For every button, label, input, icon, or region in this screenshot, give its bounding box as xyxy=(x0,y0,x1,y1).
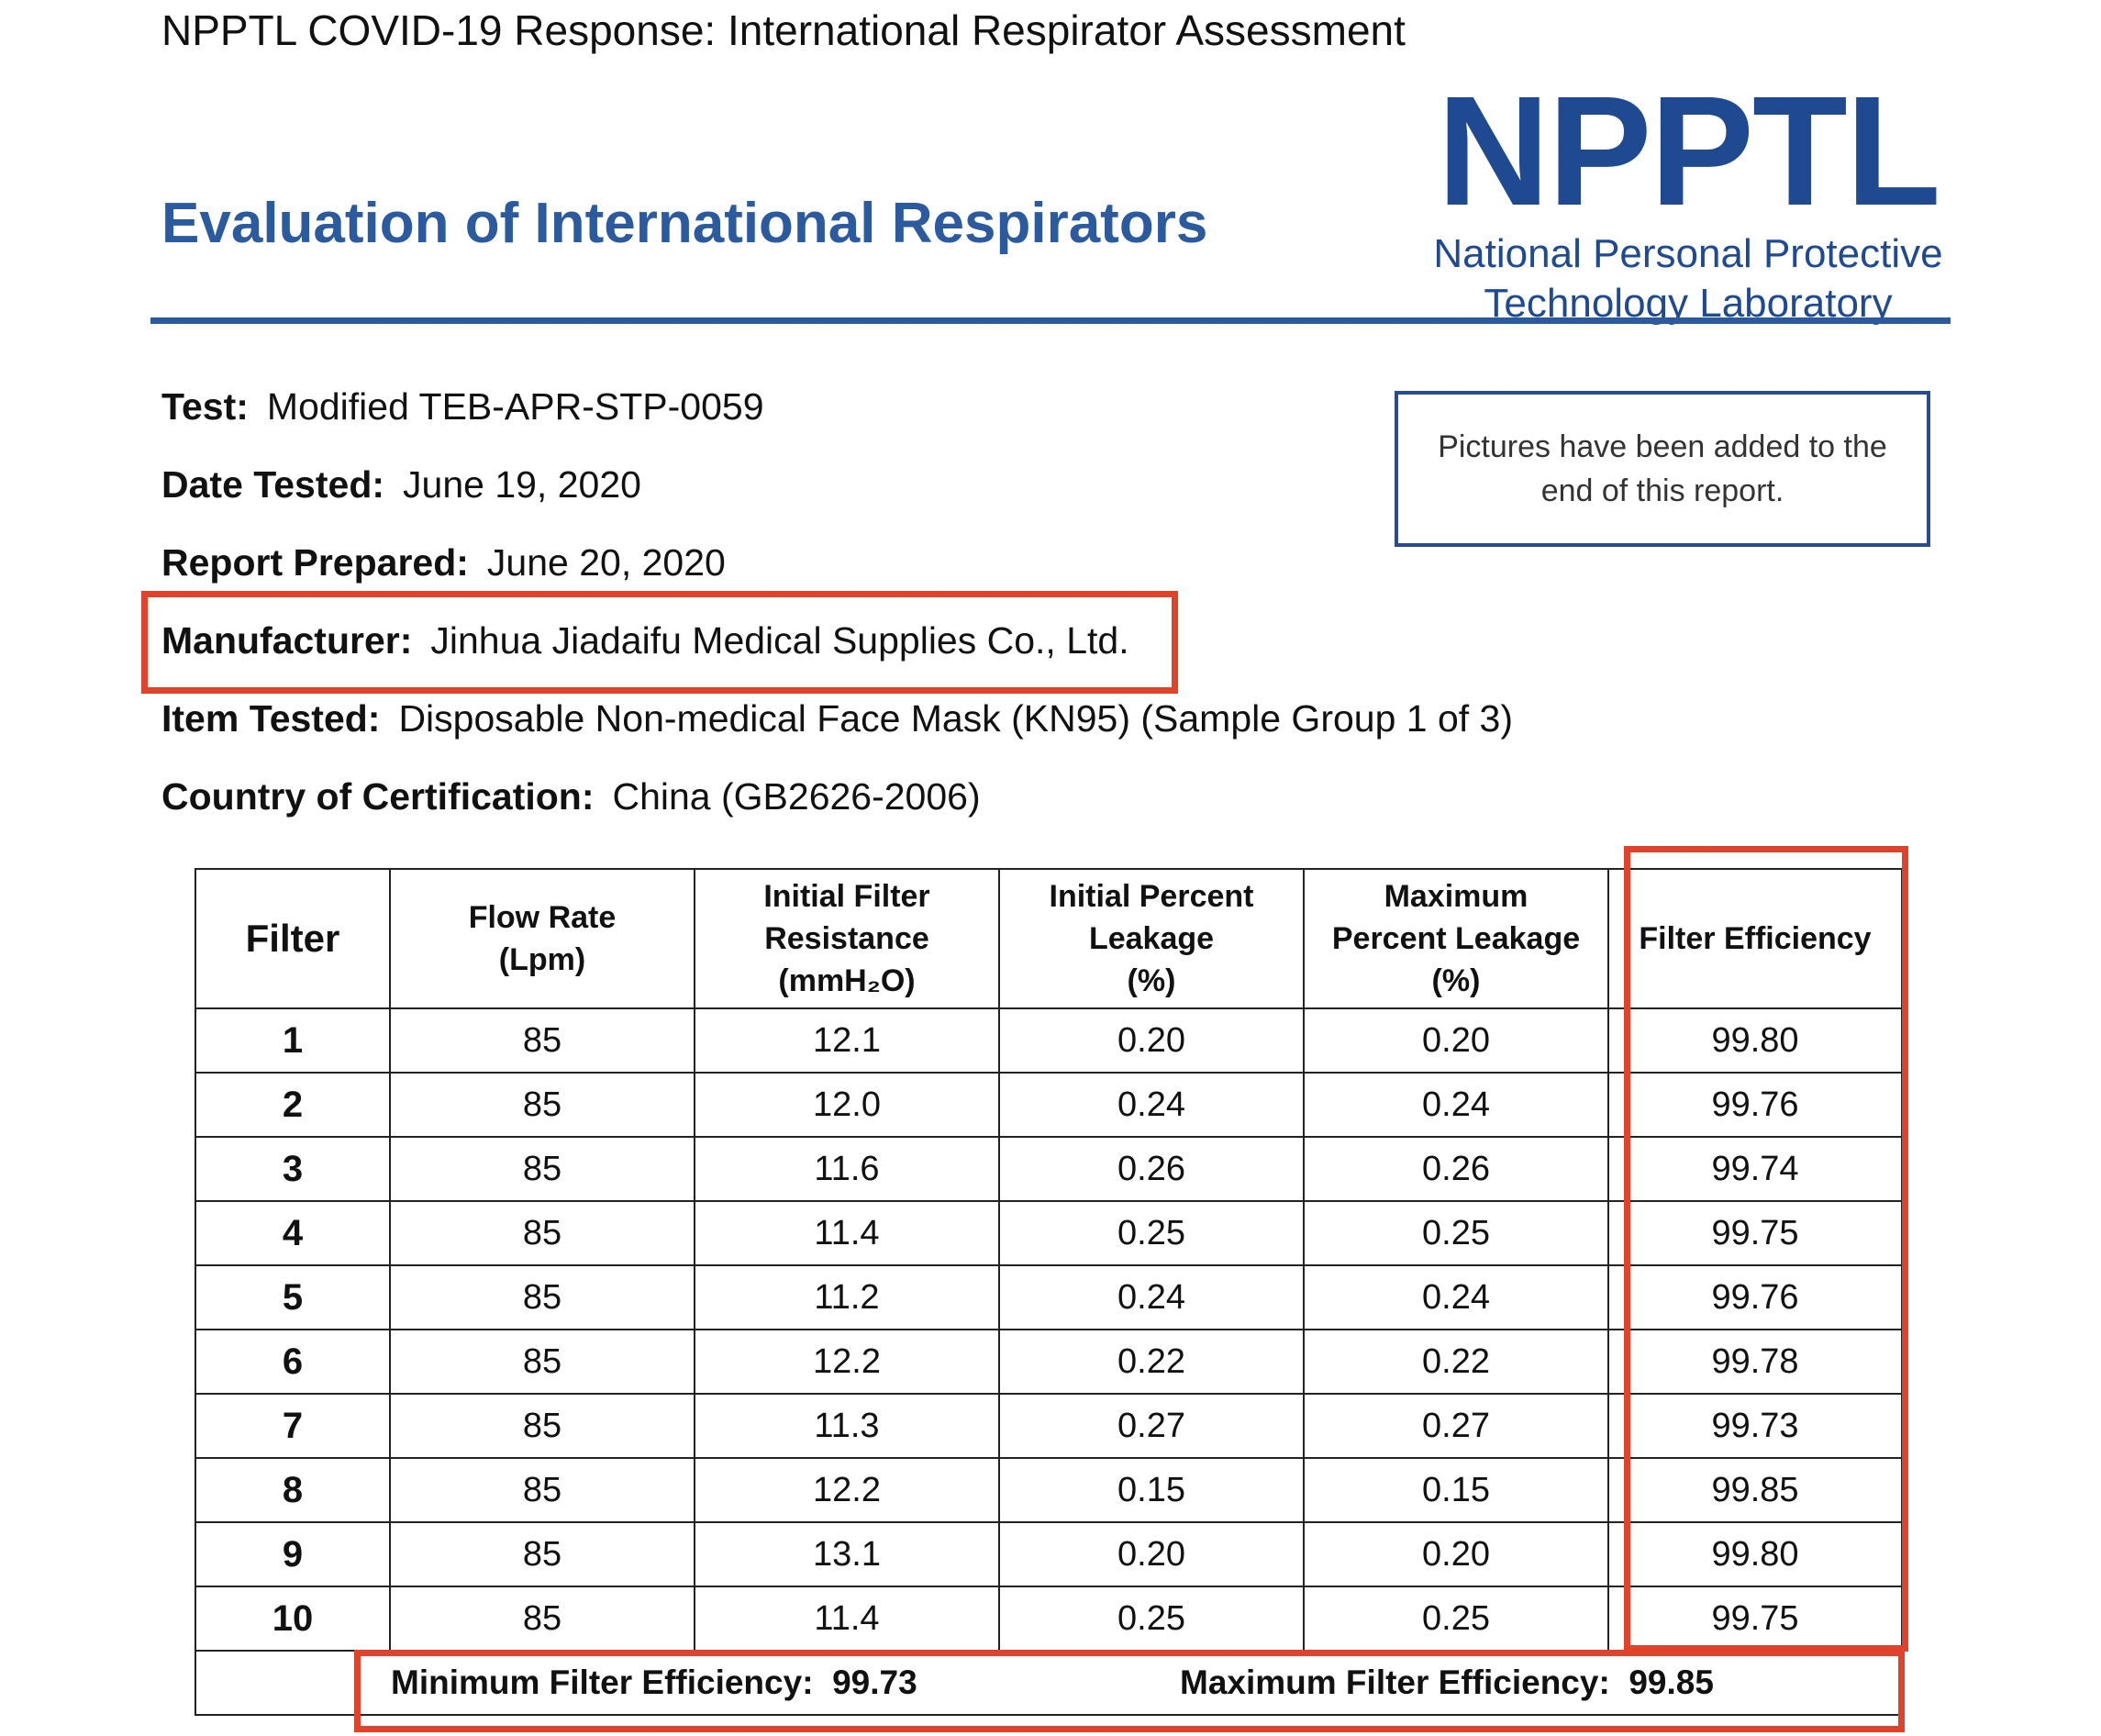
filter-number-cell: 3 xyxy=(195,1136,391,1202)
manufacturer-highlight-box xyxy=(141,591,1178,694)
flow-rate-cell: 85 xyxy=(389,1586,695,1652)
country-field: Country of Certification: China (GB2626-2… xyxy=(161,775,981,818)
flow-rate-cell: 85 xyxy=(389,1072,695,1138)
npptl-logo: NPPTL National Personal Protective Techn… xyxy=(1404,64,1973,326)
logo-line-1: National Personal Protective xyxy=(1433,231,1943,276)
maximum-leakage-cell: 0.27 xyxy=(1303,1393,1609,1459)
resistance-cell: 12.0 xyxy=(694,1072,1000,1138)
item-tested-label: Item Tested: xyxy=(161,697,381,740)
summary-highlight-box xyxy=(354,1650,1905,1732)
header-line: Flow Rate xyxy=(468,900,617,935)
initial-leakage-cell: 0.20 xyxy=(998,1521,1305,1587)
resistance-column-header: Initial Filter Resistance (mmH₂O) xyxy=(694,868,1000,1009)
initial-leakage-cell: 0.22 xyxy=(998,1329,1305,1395)
maximum-leakage-cell: 0.20 xyxy=(1303,1521,1609,1587)
filter-number-cell: 5 xyxy=(195,1264,391,1330)
maximum-leakage-cell: 0.22 xyxy=(1303,1329,1609,1395)
maximum-leakage-cell: 0.24 xyxy=(1303,1264,1609,1330)
item-tested-field: Item Tested: Disposable Non-medical Face … xyxy=(161,697,1513,740)
initial-leakage-column-header: Initial Percent Leakage (%) xyxy=(998,868,1305,1009)
flow-rate-cell: 85 xyxy=(389,1521,695,1587)
filter-number-cell: 6 xyxy=(195,1329,391,1395)
resistance-cell: 13.1 xyxy=(694,1521,1000,1587)
maximum-leakage-column-header: Maximum Percent Leakage (%) xyxy=(1303,868,1609,1009)
filter-number-cell: 4 xyxy=(195,1200,391,1266)
initial-leakage-cell: 0.26 xyxy=(998,1136,1305,1202)
test-label: Test: xyxy=(161,385,249,428)
report-header-line: NPPTL COVID-19 Response: International R… xyxy=(161,6,1406,54)
header-line: Percent Leakage xyxy=(1331,921,1581,956)
maximum-leakage-cell: 0.25 xyxy=(1303,1586,1609,1652)
logo-mark: NPPTL xyxy=(1437,64,1940,239)
header-line: (%) xyxy=(1127,963,1176,998)
flow-rate-cell: 85 xyxy=(389,1136,695,1202)
flow-rate-cell: 85 xyxy=(389,1393,695,1459)
efficiency-column-highlight-box xyxy=(1624,846,1908,1652)
resistance-cell: 11.4 xyxy=(694,1586,1000,1652)
test-value: Modified TEB-APR-STP-0059 xyxy=(266,385,764,428)
flow-rate-cell: 85 xyxy=(389,1457,695,1523)
initial-leakage-cell: 0.24 xyxy=(998,1072,1305,1138)
header-line: Initial Filter xyxy=(763,879,930,914)
filter-number-cell: 9 xyxy=(195,1521,391,1587)
initial-leakage-cell: 0.15 xyxy=(998,1457,1305,1523)
initial-leakage-cell: 0.25 xyxy=(998,1200,1305,1266)
flow-rate-cell: 85 xyxy=(389,1329,695,1395)
test-field: Test: Modified TEB-APR-STP-0059 xyxy=(161,385,764,428)
country-label: Country of Certification: xyxy=(161,775,595,818)
pictures-note-text: Pictures have been added to the end of t… xyxy=(1438,429,1887,508)
filter-number-cell: 8 xyxy=(195,1457,391,1523)
resistance-cell: 12.2 xyxy=(694,1457,1000,1523)
flow-rate-cell: 85 xyxy=(389,1264,695,1330)
resistance-cell: 11.2 xyxy=(694,1264,1000,1330)
date-tested-label: Date Tested: xyxy=(161,463,385,506)
report-prepared-value: June 20, 2020 xyxy=(486,541,726,584)
initial-leakage-cell: 0.27 xyxy=(998,1393,1305,1459)
header-line: (%) xyxy=(1431,963,1481,998)
pictures-note-box: Pictures have been added to the end of t… xyxy=(1395,391,1930,547)
page-title: Evaluation of International Respirators xyxy=(161,192,1208,255)
flow-rate-cell: 85 xyxy=(389,1007,695,1074)
date-tested-value: June 19, 2020 xyxy=(403,463,641,506)
header-line: (mmH₂O) xyxy=(778,963,916,998)
resistance-cell: 11.3 xyxy=(694,1393,1000,1459)
maximum-leakage-cell: 0.15 xyxy=(1303,1457,1609,1523)
header-line: Resistance xyxy=(764,921,929,956)
filter-number-cell: 7 xyxy=(195,1393,391,1459)
report-prepared-label: Report Prepared: xyxy=(161,541,469,584)
filter-number-cell: 1 xyxy=(195,1007,391,1074)
maximum-leakage-cell: 0.26 xyxy=(1303,1136,1609,1202)
date-tested-field: Date Tested: June 19, 2020 xyxy=(161,463,641,506)
resistance-cell: 12.2 xyxy=(694,1329,1000,1395)
flow-rate-cell: 85 xyxy=(389,1200,695,1266)
resistance-cell: 11.4 xyxy=(694,1200,1000,1266)
maximum-leakage-cell: 0.20 xyxy=(1303,1007,1609,1074)
maximum-leakage-cell: 0.25 xyxy=(1303,1200,1609,1266)
filter-column-header: Filter xyxy=(195,868,391,1009)
item-tested-value: Disposable Non-medical Face Mask (KN95) … xyxy=(398,697,1513,740)
resistance-cell: 12.1 xyxy=(694,1007,1000,1074)
header-divider xyxy=(150,317,1951,324)
header-line: (Lpm) xyxy=(498,942,586,977)
initial-leakage-cell: 0.25 xyxy=(998,1586,1305,1652)
flow-rate-column-header: Flow Rate (Lpm) xyxy=(389,868,695,1009)
filter-number-cell: 2 xyxy=(195,1072,391,1138)
header-line: Maximum xyxy=(1384,879,1529,914)
filter-number-cell: 10 xyxy=(195,1586,391,1652)
header-line: Leakage xyxy=(1088,921,1215,956)
resistance-cell: 11.6 xyxy=(694,1136,1000,1202)
country-value: China (GB2626-2006) xyxy=(612,775,981,818)
maximum-leakage-cell: 0.24 xyxy=(1303,1072,1609,1138)
header-line: Initial Percent xyxy=(1049,879,1254,914)
initial-leakage-cell: 0.24 xyxy=(998,1264,1305,1330)
initial-leakage-cell: 0.20 xyxy=(998,1007,1305,1074)
report-prepared-field: Report Prepared: June 20, 2020 xyxy=(161,541,726,584)
